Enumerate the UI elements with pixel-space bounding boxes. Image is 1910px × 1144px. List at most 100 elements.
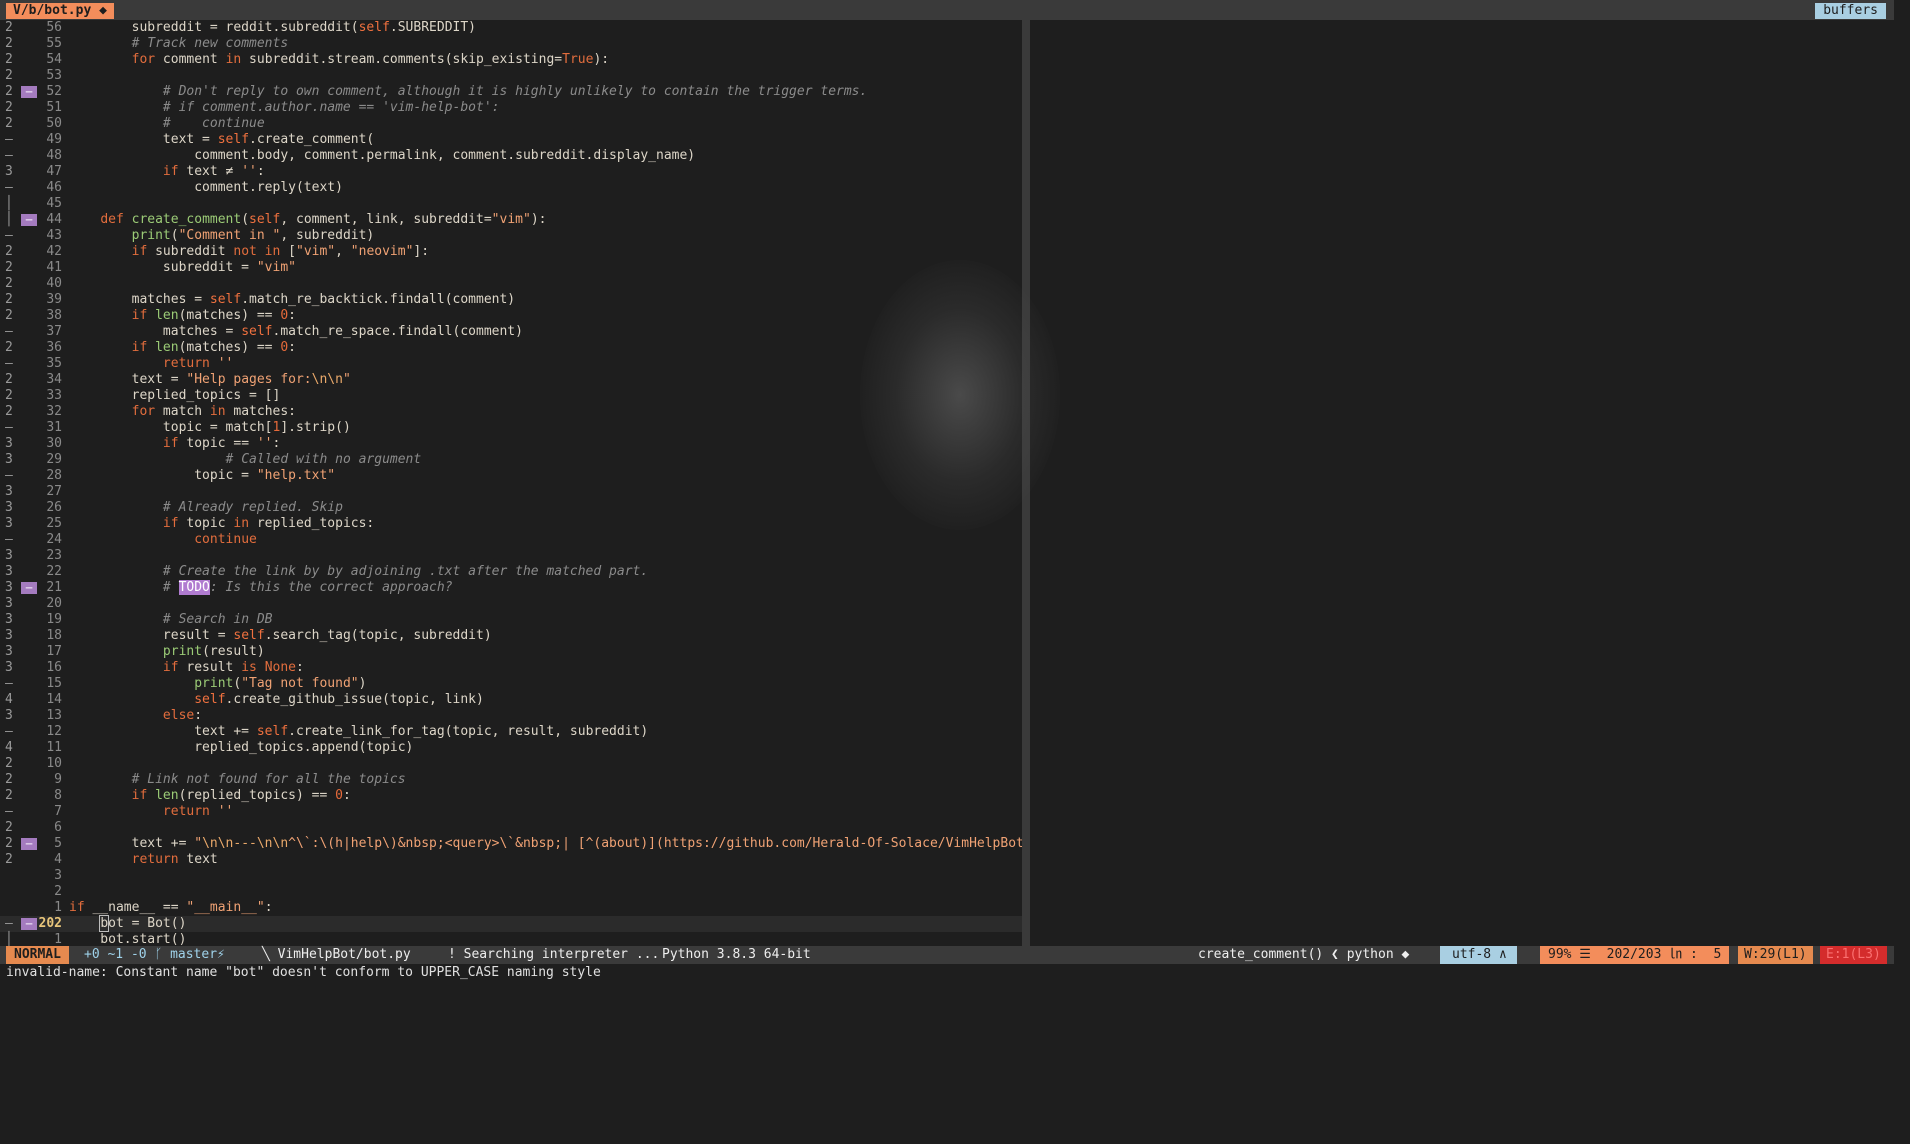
line-number: 16: [46, 660, 62, 675]
code-line[interactable]: 2 53: [0, 68, 1022, 84]
code-line[interactable]: 2 40: [0, 276, 1022, 292]
line-number: 7: [54, 804, 62, 819]
code-line[interactable]: 3 22 # Create the link by by adjoining .t…: [0, 564, 1022, 580]
code-line[interactable]: 3 23: [0, 548, 1022, 564]
code-line[interactable]: – 43 print("Comment in ", subreddit): [0, 228, 1022, 244]
code-window[interactable]: 2 56 subreddit = reddit.subreddit(self.SU…: [0, 20, 1022, 946]
code-line[interactable]: 3 17 print(result): [0, 644, 1022, 660]
code-line[interactable]: │ 45: [0, 196, 1022, 212]
code-line[interactable]: 2 56 subreddit = reddit.subreddit(self.SU…: [0, 20, 1022, 36]
code-token: \n\n---\n\n: [202, 836, 289, 851]
empty-window[interactable]: [1030, 20, 1894, 946]
tab-current-file[interactable]: V/b/bot.py ◆: [6, 3, 114, 19]
code-token: if: [162, 164, 179, 179]
code-token: , subreddit): [280, 228, 375, 243]
code-line[interactable]: 3 30 if topic == '':: [0, 436, 1022, 452]
code-line[interactable]: 3 20: [0, 596, 1022, 612]
code-line[interactable]: 3 18 result = self.search_tag(topic, subr…: [0, 628, 1022, 644]
code-line[interactable]: 3 47 if text ≠ '':: [0, 164, 1022, 180]
code-line[interactable]: 3 16 if result is None:: [0, 660, 1022, 676]
code-line[interactable]: 2 38 if len(matches) == 0:: [0, 308, 1022, 324]
sign-column-marker: [21, 934, 37, 946]
code-line[interactable]: 2 9 # Link not found for all the topics: [0, 772, 1022, 788]
code-line[interactable]: │ — 44 def create_comment(self, comment, l…: [0, 212, 1022, 228]
code-text: # Link not found for all the topics: [69, 772, 406, 788]
code-line[interactable]: 4 14 self.create_github_issue(topic, link…: [0, 692, 1022, 708]
git-hunk-count: –: [5, 148, 13, 163]
code-line[interactable]: – 35 return '': [0, 356, 1022, 372]
code-token: return: [131, 852, 179, 867]
line-number: 56: [46, 20, 62, 35]
code-line[interactable]: 2 55 # Track new comments: [0, 36, 1022, 52]
code-line[interactable]: 2 8 if len(replied_topics) == 0:: [0, 788, 1022, 804]
code-line[interactable]: 2: [0, 884, 1022, 900]
code-line[interactable]: 26: [0, 820, 1022, 836]
code-text: if subreddit not in ["vim", "neovim"]:: [69, 244, 429, 260]
code-line[interactable]: – 46 comment.reply(text): [0, 180, 1022, 196]
code-token: matches =: [69, 324, 242, 339]
code-line[interactable]: – 7 return '': [0, 804, 1022, 820]
error-count[interactable]: E:1(L3): [1820, 946, 1887, 964]
editor-area: 2 56 subreddit = reddit.subreddit(self.SU…: [0, 20, 1894, 946]
code-line[interactable]: 2 36 if len(matches) == 0:: [0, 340, 1022, 356]
code-text: # TODO: Is this the correct approach?: [69, 580, 453, 596]
code-line[interactable]: – 49 text = self.create_comment(: [0, 132, 1022, 148]
code-line[interactable]: 2 54 for comment in subreddit.stream.comm…: [0, 52, 1022, 68]
code-line[interactable]: 3 29 # Called with no argument: [0, 452, 1022, 468]
line-number: 42: [46, 244, 62, 259]
code-line[interactable]: 3 27: [0, 484, 1022, 500]
sign-column-marker: [21, 822, 37, 834]
code-token: def: [100, 212, 124, 227]
code-text: result = self.search_tag(topic, subreddi…: [69, 628, 492, 644]
code-line[interactable]: 2 10: [0, 756, 1022, 772]
buffers-label[interactable]: buffers: [1815, 3, 1886, 19]
code-line[interactable]: 3 13 else:: [0, 708, 1022, 724]
code-token: replied_topics = []: [69, 388, 281, 403]
code-text: bot = Bot(): [69, 915, 186, 932]
code-line[interactable]: – —202 bot = Bot(): [0, 915, 1022, 932]
code-line[interactable]: 1 if __name__ == "__main__":: [0, 900, 1022, 916]
code-text: bot.start(): [69, 932, 186, 946]
sign-column-marker: [21, 422, 37, 434]
code-line[interactable]: – 37 matches = self.match_re_space.findal…: [0, 324, 1022, 340]
code-line[interactable]: 2 32 for match in matches:: [0, 404, 1022, 420]
code-line[interactable]: 2 — 5 text += "\n\n---\n\n^\`:\(h|help\)&n…: [0, 836, 1022, 852]
code-line[interactable]: │ 1 bot.start(): [0, 932, 1022, 946]
code-line[interactable]: – 15 print("Tag not found"): [0, 676, 1022, 692]
code-line[interactable]: – 28 topic = "help.txt": [0, 468, 1022, 484]
vertical-split-divider[interactable]: [1022, 20, 1030, 946]
interpreter-label[interactable]: Python 3.8.3 64-bit: [662, 946, 811, 964]
code-line[interactable]: 4 11 replied_topics.append(topic): [0, 740, 1022, 756]
code-token: return: [162, 804, 210, 819]
code-line[interactable]: 2 42 if subreddit not in ["vim", "neovim"…: [0, 244, 1022, 260]
code-line[interactable]: 2 51 # if comment.author.name == 'vim-hel…: [0, 100, 1022, 116]
code-line[interactable]: 2 34 text = "Help pages for:\n\n": [0, 372, 1022, 388]
line-number: 44: [46, 212, 62, 227]
code-line[interactable]: 2 4 return text: [0, 852, 1022, 868]
code-line[interactable]: 2 41 subreddit = "vim": [0, 260, 1022, 276]
code-line[interactable]: 2 50 # continue: [0, 116, 1022, 132]
code-line[interactable]: 3 19 # Search in DB: [0, 612, 1022, 628]
sign-column-marker: [21, 134, 37, 146]
warning-count[interactable]: W:29(L1): [1738, 946, 1813, 964]
code-line[interactable]: 3: [0, 868, 1022, 884]
code-line[interactable]: 3 26 # Already replied. Skip: [0, 500, 1022, 516]
code-line[interactable]: 3 25 if topic in replied_topics:: [0, 516, 1022, 532]
git-hunk-count: │: [5, 196, 13, 211]
git-hunk-count: 3: [5, 644, 13, 659]
line-number: 1: [54, 900, 62, 915]
code-line[interactable]: – 31 topic = match[1].strip(): [0, 420, 1022, 436]
git-hunk-count: 3: [5, 580, 13, 595]
git-hunk-count: 2: [5, 260, 13, 275]
code-line[interactable]: 2 33 replied_topics = []: [0, 388, 1022, 404]
code-line[interactable]: – 48 comment.body, comment.permalink, com…: [0, 148, 1022, 164]
code-line[interactable]: 3 — 21 # TODO: Is this the correct approac…: [0, 580, 1022, 596]
code-line[interactable]: – 24 continue: [0, 532, 1022, 548]
code-line[interactable]: 2 39 matches = self.match_re_backtick.fin…: [0, 292, 1022, 308]
sign-column-marker: [21, 54, 37, 66]
code-line[interactable]: – 12 text += self.create_link_for_tag(top…: [0, 724, 1022, 740]
code-line[interactable]: 2 — 52 # Don't reply to own comment, altho…: [0, 84, 1022, 100]
